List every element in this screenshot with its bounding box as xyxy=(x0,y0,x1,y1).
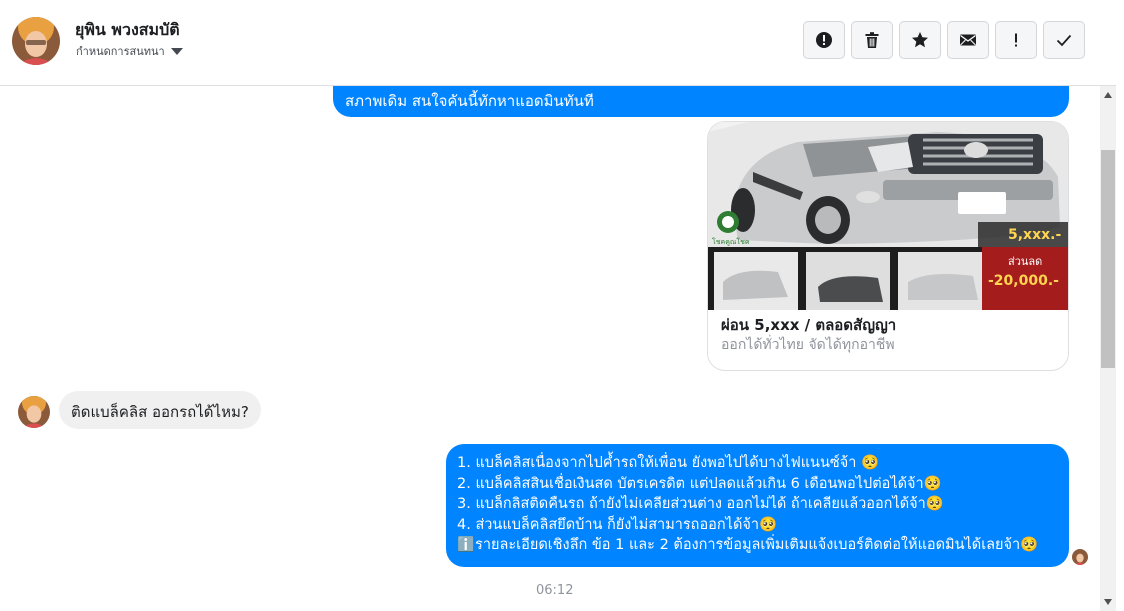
contact-avatar-small[interactable] xyxy=(18,396,50,428)
messenger-app: ยุพิน พวงสมบัติ กำหนดการสนทนา สภาพเดิม ส… xyxy=(0,0,1124,611)
contact-avatar[interactable] xyxy=(12,17,60,65)
mark-spam-button[interactable] xyxy=(995,21,1037,59)
car-promo-image: โชคคูณโชค 5,xxx.- ส่วนลด -20,000.- xyxy=(708,122,1068,310)
discount-label: ส่วนลด xyxy=(1008,255,1042,268)
assign-label: กำหนดการสนทนา xyxy=(76,45,165,58)
message-line: 3. แบล็กลิสติดคืนรถ ถ้ายังไม่เคลียส่วนต่… xyxy=(457,496,944,512)
thread-scrollbar[interactable] xyxy=(1100,86,1116,611)
outgoing-message-reply: 1. แบล็คลิสเนื่องจากไปค้ำรถให้เพื่อน ยัง… xyxy=(446,444,1069,567)
attachment-card[interactable]: โชคคูณโชค 5,xxx.- ส่วนลด -20,000.- ผ่อน … xyxy=(707,121,1069,371)
message-line: ℹ️รายละเอียดเชิงลึก ข้อ 1 และ 2 ต้องการข… xyxy=(457,537,1039,553)
conversation-toolbar xyxy=(803,21,1085,59)
outgoing-message: สภาพเดิม สนใจคันนี้ทักหาแอดมินทันที xyxy=(333,86,1069,117)
trash-icon xyxy=(865,32,879,48)
card-subtitle: ออกได้ทั่วไทย จัดได้ทุกอาชีพ xyxy=(721,337,895,353)
alert-circle-icon xyxy=(816,32,832,48)
message-thread[interactable]: สภาพเดิม สนใจคันนี้ทักหาแอดมินทันที โชคค… xyxy=(0,86,1100,611)
checkmark-icon xyxy=(1056,34,1072,47)
incoming-message: ติดแบล็คลิส ออกรถได้ไหม? xyxy=(59,391,261,429)
scroll-thumb[interactable] xyxy=(1101,150,1115,368)
delete-button[interactable] xyxy=(851,21,893,59)
report-button[interactable] xyxy=(803,21,845,59)
message-line: 1. แบล็คลิสเนื่องจากไปค้ำรถให้เพื่อน ยัง… xyxy=(457,455,880,471)
scroll-up-arrow-icon[interactable] xyxy=(1104,92,1112,98)
mark-done-button[interactable] xyxy=(1043,21,1085,59)
seen-avatar xyxy=(1072,549,1088,565)
message-line: 2. แบล็คลิสสินเชื่อเงินสด บัตรเครดิต แต่… xyxy=(457,475,942,492)
window-edge xyxy=(1116,0,1124,611)
star-icon xyxy=(912,32,928,48)
exclamation-icon xyxy=(1015,33,1017,47)
scroll-down-arrow-icon[interactable] xyxy=(1104,599,1112,605)
message-line: 4. ส่วนแบล็คลิสยึดบ้าน ก็ยังไม่สามารถออก… xyxy=(457,516,778,533)
envelope-icon xyxy=(960,34,976,46)
star-button[interactable] xyxy=(899,21,941,59)
mark-unread-button[interactable] xyxy=(947,21,989,59)
discount-text: -20,000.- xyxy=(988,273,1059,289)
assign-conversation-dropdown[interactable]: กำหนดการสนทนา xyxy=(76,42,183,60)
price-text: 5,xxx.- xyxy=(1008,227,1061,243)
conversation-header: ยุพิน พวงสมบัติ กำหนดการสนทนา xyxy=(0,0,1116,86)
brand-text: โชคคูณโชค xyxy=(712,237,750,246)
message-timestamp: 06:12 xyxy=(536,583,574,598)
caret-down-icon xyxy=(170,47,183,55)
contact-name: ยุพิน พวงสมบัติ xyxy=(75,20,180,39)
